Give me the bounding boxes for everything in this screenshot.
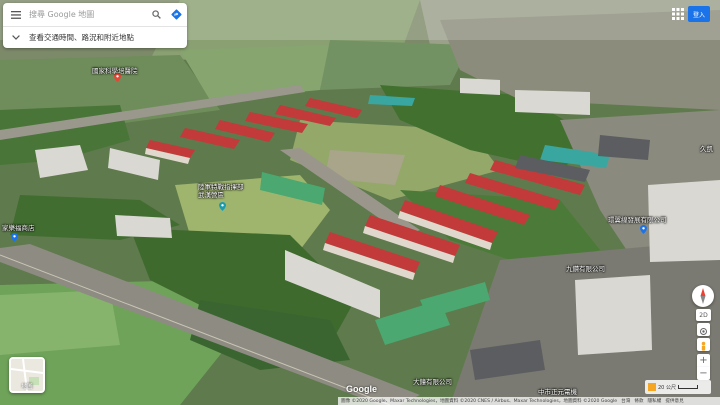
compass-icon [700,288,706,304]
search-row [3,3,187,27]
feedback-link[interactable]: 提供意見 [665,398,683,404]
zoom-in-button[interactable]: + [697,354,710,367]
menu-button[interactable] [3,3,29,27]
place-label[interactable]: 中市正元電機 [538,386,577,396]
sign-in-button[interactable]: 登入 [688,6,710,22]
imagery-icon [648,383,656,391]
search-input[interactable] [29,4,147,25]
aerial-map-view[interactable] [0,0,720,405]
layers-toggle-button[interactable]: 地圖 [9,357,45,393]
search-button[interactable] [147,3,165,27]
privacy-link[interactable]: 隱私權 [648,398,662,404]
street-view-button[interactable] [697,338,710,351]
layers-label: 地圖 [21,384,33,390]
google-logo: Google [346,384,377,394]
my-location-button[interactable] [697,323,710,336]
scale-bar [677,385,698,389]
place-label[interactable]: 九鑽有限公司 [566,263,605,273]
place-label[interactable]: 大鐘有限公司 [413,376,452,386]
country-label: 台灣 [621,399,631,404]
google-apps-icon[interactable] [672,8,684,20]
compass-button[interactable] [692,285,714,307]
place-label[interactable]: 陸軍特戰指揮部武漢營區 [198,183,246,199]
footer-bar: 圖像 ©2020 Google、Maxar Technologies，地圖資料 … [338,397,720,405]
directions-icon [170,9,182,20]
place-label[interactable]: 環翼線發展有限公司 [608,214,667,224]
hamburger-menu-icon [11,10,21,19]
toggle-2d-button[interactable]: 2D [696,309,711,321]
chevron-down-icon [12,35,20,40]
place-label[interactable]: 家樂福商店 [2,222,35,232]
my-location-icon [700,328,707,335]
place-label[interactable]: 久凱 [700,143,713,153]
travel-time-text: 查看交通時間、路況和附近地點 [29,33,134,42]
directions-button[interactable] [165,3,187,27]
imagery-attribution: 圖像 ©2020 Google、Maxar Technologies，地圖資料 … [341,399,618,404]
scale-indicator[interactable]: 20 公尺 [645,380,711,394]
zoom-out-button[interactable]: − [697,367,710,380]
location-pin-icon[interactable] [640,225,647,234]
location-pin-icon[interactable] [11,233,18,242]
location-pin-icon[interactable] [219,202,226,211]
place-label[interactable]: 國家科學培醫院 [92,65,138,75]
search-panel: 查看交通時間、路況和附近地點 [3,3,187,48]
scale-text: 20 公尺 [658,384,676,391]
terms-link[interactable]: 條款 [634,398,643,404]
pegman-icon [701,341,706,351]
search-icon [151,10,161,19]
travel-time-row[interactable]: 查看交通時間、路況和附近地點 [3,27,187,48]
